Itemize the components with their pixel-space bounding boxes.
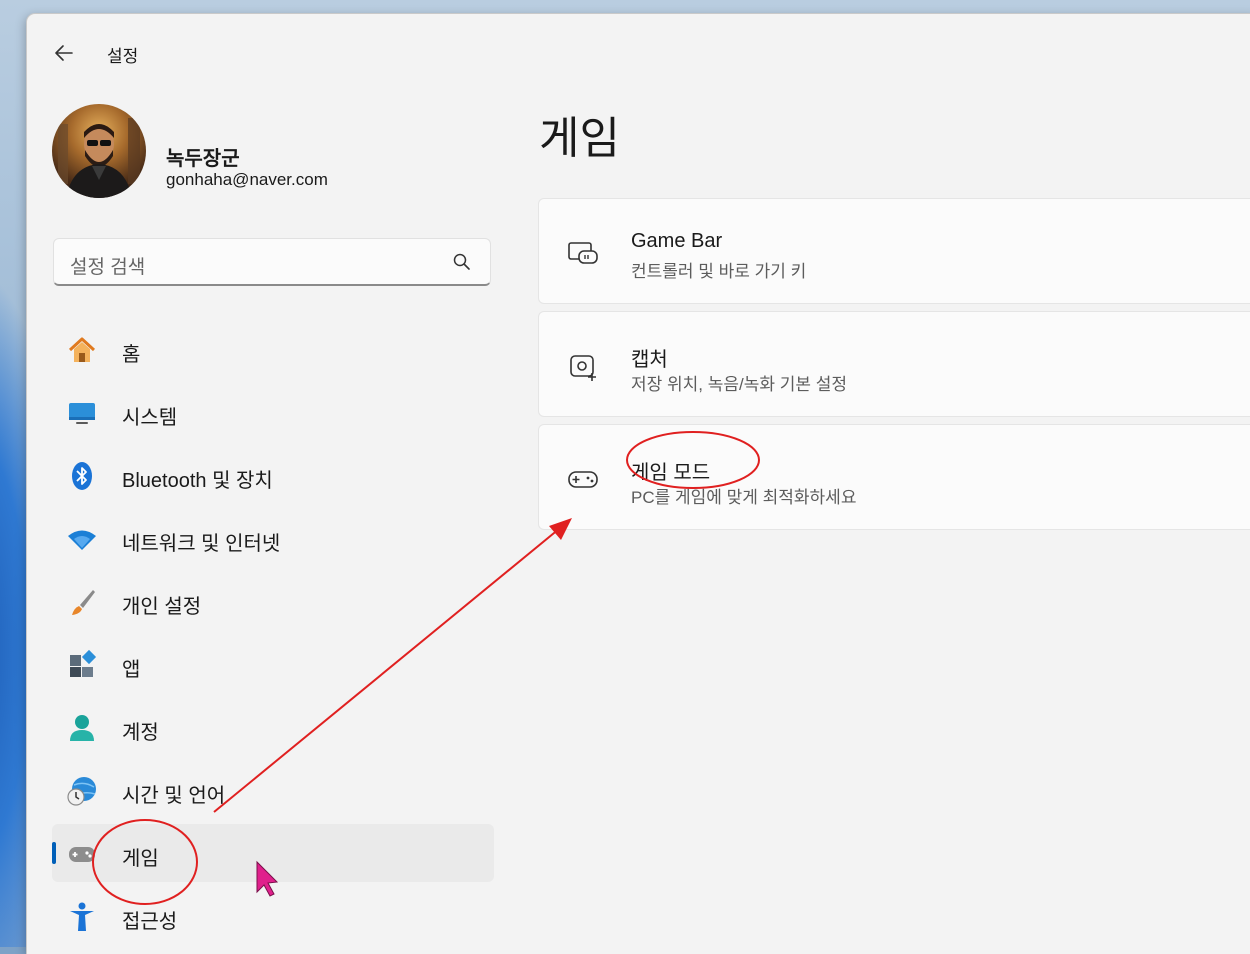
system-icon — [69, 403, 95, 424]
sidebar-item-label: 게임 — [122, 848, 159, 870]
sidebar-item-accessibility[interactable]: 접근성 — [52, 887, 494, 945]
sidebar-item-bluetooth[interactable]: Bluetooth 및 장치 — [52, 446, 494, 504]
capture-icon — [570, 355, 596, 381]
card-description: 컨트롤러 및 바로 가기 키 — [631, 262, 807, 281]
game-bar-card[interactable]: Game Bar 컨트롤러 및 바로 가기 키 — [538, 198, 1250, 304]
sidebar-item-apps[interactable]: 앱 — [52, 635, 494, 693]
sidebar-item-label: 앱 — [122, 659, 141, 681]
card-description: 저장 위치, 녹음/녹화 기본 설정 — [631, 375, 848, 394]
back-arrow-icon — [55, 45, 73, 61]
game-mode-card[interactable]: 게임 모드 PC를 게임에 맞게 최적화하세요 — [538, 424, 1250, 530]
sidebar-item-system[interactable]: 시스템 — [52, 383, 494, 441]
apps-icon — [70, 649, 97, 677]
brush-icon — [72, 590, 95, 615]
sidebar-nav: 홈 시스템 Bluetooth 및 장치 네트워크 및 인터넷 개인 설정 앱 … — [52, 320, 494, 950]
card-description: PC를 게임에 맞게 최적화하세요 — [631, 488, 857, 507]
sidebar-item-label: 개인 설정 — [122, 596, 202, 618]
avatar-image — [58, 118, 140, 198]
sidebar-item-label: 홈 — [122, 344, 141, 366]
back-button[interactable] — [47, 36, 81, 70]
sidebar-item-label: 시간 및 언어 — [122, 785, 226, 807]
sidebar-item-accounts[interactable]: 계정 — [52, 698, 494, 756]
search-input[interactable]: 설정 검색 — [70, 252, 145, 279]
wifi-icon — [68, 530, 96, 550]
app-title: 설정 — [107, 47, 139, 66]
search-box[interactable]: 설정 검색 — [53, 238, 491, 286]
sidebar-item-time-language[interactable]: 시간 및 언어 — [52, 761, 494, 819]
globe-clock-icon — [67, 777, 96, 806]
sidebar-item-label: Bluetooth 및 장치 — [122, 470, 273, 492]
bluetooth-icon — [72, 462, 92, 490]
card-title: 캡처 — [631, 349, 668, 371]
avatar[interactable] — [52, 104, 146, 198]
capture-card[interactable]: 캡처 저장 위치, 녹음/녹화 기본 설정 — [538, 311, 1250, 417]
settings-window: 설정 녹두장군 gonhaha@naver.com 설정 검색 홈 시스템 Bl… — [27, 14, 1250, 954]
sidebar-item-home[interactable]: 홈 — [52, 320, 494, 378]
search-icon[interactable] — [452, 252, 472, 272]
sidebar-item-label: 접근성 — [122, 911, 178, 933]
gamepad-icon — [69, 847, 95, 862]
sidebar-item-personalization[interactable]: 개인 설정 — [52, 572, 494, 630]
game-mode-icon — [568, 471, 598, 488]
sidebar-item-label: 네트워크 및 인터넷 — [122, 533, 281, 555]
game-bar-icon — [568, 242, 598, 264]
sidebar-item-network[interactable]: 네트워크 및 인터넷 — [52, 509, 494, 567]
card-title: 게임 모드 — [631, 462, 711, 484]
user-email: gonhaha@naver.com — [166, 170, 328, 189]
selected-indicator — [52, 842, 56, 864]
sidebar-item-gaming[interactable]: 게임 — [52, 824, 494, 882]
sidebar-item-label: 시스템 — [122, 407, 178, 429]
user-name: 녹두장군 — [166, 148, 240, 170]
sidebar-item-label: 계정 — [122, 722, 159, 744]
card-title: Game Bar — [631, 230, 723, 252]
home-icon — [68, 337, 96, 362]
accessibility-icon — [70, 902, 94, 931]
page-title: 게임 — [539, 114, 620, 163]
settings-cards: Game Bar 컨트롤러 및 바로 가기 키 캡처 저장 위치, 녹음/녹화 … — [538, 198, 1250, 537]
title-bar: 설정 — [27, 14, 1250, 84]
account-icon — [70, 715, 94, 741]
